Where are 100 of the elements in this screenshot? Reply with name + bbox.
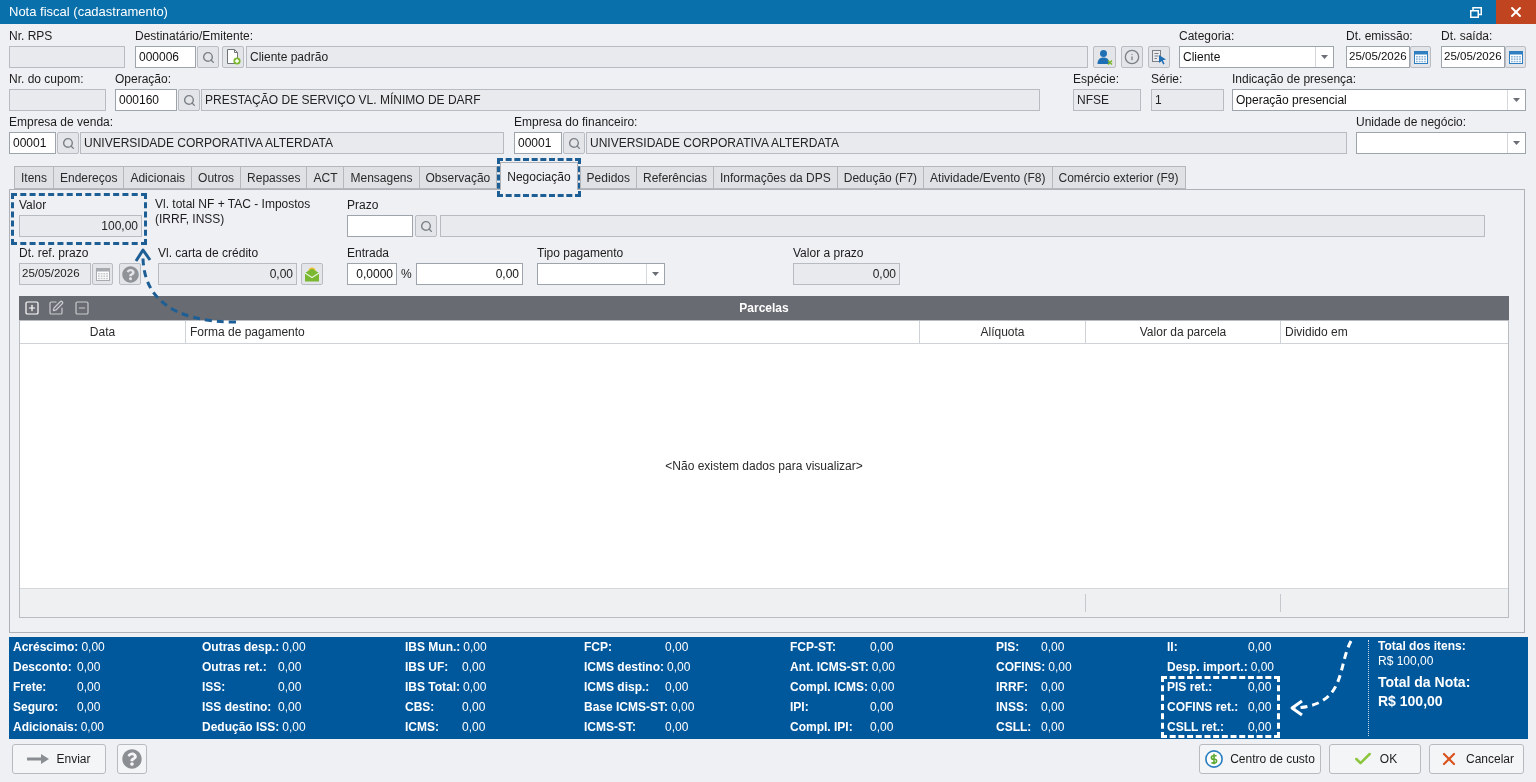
total-value: 0,00 — [81, 639, 105, 656]
date-field[interactable]: 25/05/2026 — [1346, 46, 1410, 68]
tab[interactable]: Comércio exterior (F9) — [1051, 166, 1186, 189]
tab[interactable]: Itens — [14, 166, 54, 189]
text-field[interactable]: 0,00 — [416, 263, 523, 285]
total-value: R$ 100,00 — [1378, 692, 1443, 711]
calendar-button[interactable] — [1410, 46, 1431, 68]
cost-center-button[interactable]: Centro de custo — [1199, 744, 1321, 774]
close-button[interactable] — [1496, 0, 1536, 24]
new-record-button[interactable] — [222, 46, 244, 68]
date-field[interactable]: 25/05/2026 — [1441, 46, 1505, 68]
name-field[interactable]: UNIVERSIDADE CORPORATIVA ALTERDATA — [586, 132, 1347, 154]
search-button[interactable] — [57, 132, 79, 154]
text-field[interactable] — [9, 89, 106, 111]
search-button[interactable] — [178, 89, 200, 111]
total-label: ICMS-ST: — [584, 719, 636, 736]
tab[interactable]: Endereços — [53, 166, 125, 189]
text-field[interactable]: 1 — [1151, 89, 1224, 111]
code-field[interactable]: 000006 — [135, 46, 196, 68]
help-icon — [121, 265, 139, 283]
tab[interactable]: Informações da DPS — [713, 166, 838, 189]
name-field[interactable]: Cliente padrão — [246, 46, 1088, 68]
total-label: Outras ret.: — [202, 659, 267, 676]
total-label: Frete: — [13, 679, 47, 696]
total-label: ICMS: — [405, 719, 439, 736]
total-label: IBS Mun.: — [405, 639, 461, 656]
column-header[interactable]: Valor da parcela — [1085, 321, 1280, 343]
caret-icon — [652, 272, 659, 276]
total-value: 0,00 — [1248, 699, 1272, 716]
total-value: 0,00 — [1248, 639, 1272, 656]
dropdown[interactable] — [537, 263, 665, 285]
field-label: Dt. ref. prazo — [19, 245, 89, 260]
help-button[interactable] — [117, 744, 147, 774]
search-button[interactable] — [197, 46, 219, 68]
tab[interactable]: Atividade/Evento (F8) — [923, 166, 1053, 189]
text-field[interactable]: 0,0000 — [347, 263, 397, 285]
total-value: R$ 100,00 — [1378, 654, 1434, 669]
edit-button[interactable] — [48, 300, 64, 316]
field-label: Valor — [19, 197, 47, 212]
date-field[interactable]: 25/05/2026 — [19, 263, 91, 285]
ok-button[interactable]: OK — [1329, 744, 1421, 774]
total-value: 0,00 — [77, 699, 101, 716]
column-header[interactable]: Data — [20, 321, 185, 343]
new-document-icon — [225, 49, 241, 65]
dropdown[interactable] — [1356, 132, 1526, 154]
name-field[interactable] — [440, 215, 1485, 237]
field-label: Vl. carta de crédito — [158, 245, 259, 260]
search-button[interactable] — [415, 215, 437, 237]
total-value: 0,00 — [1041, 699, 1065, 716]
total-label: Desp. import.: — [1167, 659, 1248, 676]
text-field[interactable] — [9, 46, 125, 68]
total-label: PIS: — [996, 639, 1020, 656]
tab[interactable]: Dedução (F7) — [836, 166, 925, 189]
dollar-coin-icon — [1205, 750, 1224, 768]
search-button[interactable] — [563, 132, 585, 154]
tab[interactable]: Repasses — [240, 166, 308, 189]
tab[interactable]: Negociação — [500, 162, 578, 190]
name-field[interactable]: UNIVERSIDADE CORPORATIVA ALTERDATA — [80, 132, 504, 154]
tab[interactable]: Mensagens — [343, 166, 420, 189]
tab[interactable]: ACT — [306, 166, 345, 189]
add-button[interactable] — [24, 300, 40, 316]
select-document-button[interactable] — [1148, 46, 1170, 68]
total-value: 0,00 — [77, 679, 101, 696]
text-field[interactable]: 0,00 — [158, 263, 297, 285]
code-field[interactable] — [347, 215, 413, 237]
column-header[interactable]: Forma de pagamento — [185, 321, 919, 343]
code-field[interactable]: 00001 — [9, 132, 56, 154]
total-label: Acréscimo: — [13, 639, 79, 656]
dropdown[interactable]: Cliente — [1179, 46, 1334, 68]
name-field[interactable]: PRESTAÇÃO DE SERVIÇO VL. MÍNIMO DE DARF — [201, 89, 1040, 111]
cancel-button[interactable]: Cancelar — [1429, 744, 1524, 774]
calendar-button[interactable] — [1505, 46, 1526, 68]
help-button[interactable] — [119, 263, 141, 285]
column-header[interactable]: Alíquota — [919, 321, 1085, 343]
column-header[interactable]: Dividido em — [1280, 321, 1508, 343]
search-icon — [61, 136, 75, 150]
text-field[interactable]: 100,00 — [19, 215, 142, 237]
info-button[interactable] — [1121, 46, 1143, 68]
dropdown[interactable]: Operação presencial — [1232, 89, 1526, 111]
total-value: 0,00 — [870, 699, 894, 716]
calendar-button[interactable] — [92, 263, 113, 285]
remove-button[interactable] — [74, 300, 90, 316]
tab[interactable]: Observação — [418, 166, 498, 189]
text-field[interactable]: NFSE — [1073, 89, 1141, 111]
tab[interactable]: Outros — [191, 166, 242, 189]
total-label: COFINS ret.: — [1167, 699, 1239, 716]
total-value: 0,00 — [278, 679, 302, 696]
code-field[interactable]: 000160 — [115, 89, 177, 111]
total-value: 0,00 — [278, 659, 302, 676]
tab[interactable]: Adicionais — [123, 166, 193, 189]
text-field[interactable]: 0,00 — [793, 263, 900, 285]
tab[interactable]: Referências — [636, 166, 714, 189]
total-value: 0,00 — [1041, 719, 1065, 736]
tab[interactable]: Pedidos — [579, 166, 637, 189]
person-button[interactable] — [1093, 46, 1116, 68]
credit-letter-button[interactable] — [301, 263, 323, 285]
empty-message: <Não existem dados para visualizar> — [665, 458, 863, 475]
code-field[interactable]: 00001 — [514, 132, 562, 154]
total-label: Total dos itens: — [1378, 638, 1466, 654]
send-button[interactable]: Enviar — [12, 744, 106, 774]
